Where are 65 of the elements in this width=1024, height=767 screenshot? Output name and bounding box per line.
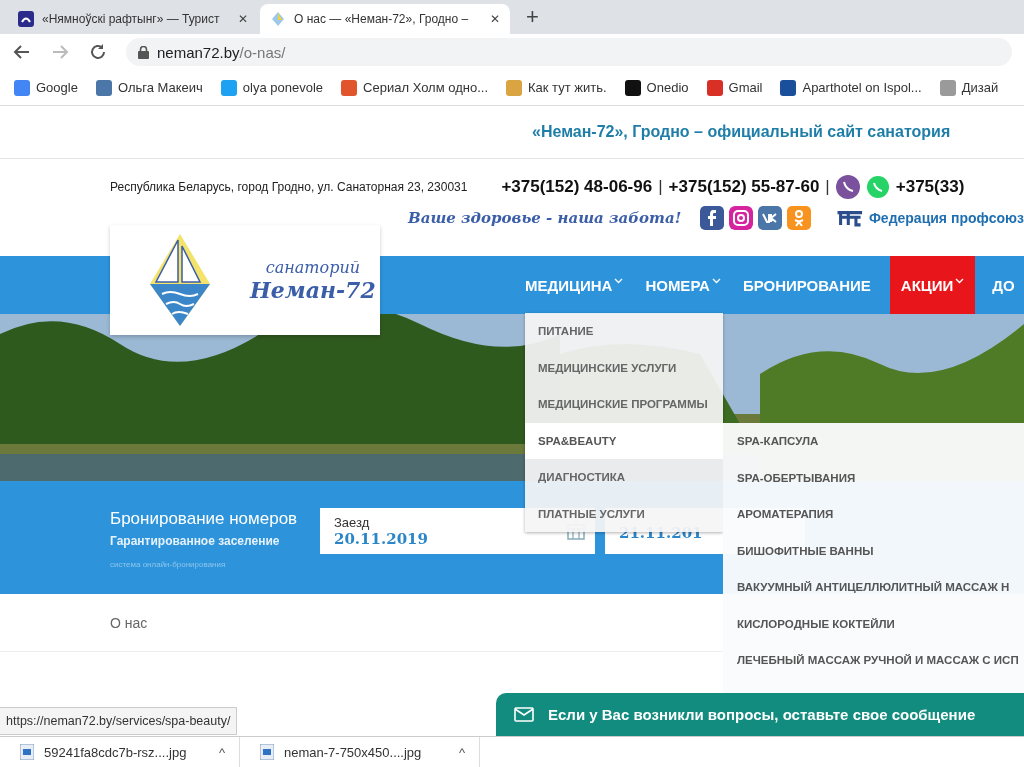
browser-tab[interactable]: О нас — «Неман-72», Гродно – ✕ (260, 4, 510, 34)
mail-icon (514, 707, 534, 722)
menu-item[interactable]: БИШОФИТНЫЕ ВАННЫ (723, 532, 1024, 569)
sailboat-logo-icon (148, 232, 212, 328)
menu-item[interactable]: КИСЛОРОДНЫЕ КОКТЕЙЛИ (723, 605, 1024, 642)
caret-icon[interactable]: ^ (218, 744, 225, 760)
menu-item[interactable]: SPA&BEAUTY (525, 422, 723, 459)
bookmark[interactable]: Сериал Холм одно... (341, 79, 488, 96)
federation-link[interactable]: Федерация профсоюз (868, 210, 1024, 226)
lock-icon (138, 45, 149, 59)
menu-item[interactable]: МЕДИЦИНСКИЕ ПРОГРАММЫ (525, 386, 723, 423)
tab-favicon-icon (270, 11, 286, 27)
site-title: «Неман-72», Гродно – официальный сайт санатория (532, 123, 951, 141)
menu-item[interactable]: SPA-ОБЕРТЫВАНИЯ (723, 459, 1024, 496)
menu-item[interactable]: ПИТАНИЕ (525, 313, 723, 350)
bookmark[interactable]: Как тут жить. (506, 79, 607, 96)
phone-chat-icon[interactable] (835, 175, 860, 199)
browser-tab[interactable]: «Нямноўскі рафтынг» — Турист ✕ (8, 4, 258, 34)
address-field[interactable]: neman72.by/o-nas/ (126, 38, 1012, 66)
bookmark[interactable]: Onedio (624, 79, 689, 96)
chat-banner[interactable]: Если у Вас возникли вопросы, оставьте свое сообщение (496, 693, 1024, 736)
image-file-icon (260, 744, 274, 760)
booking-title: Бронирование номеров (110, 508, 298, 530)
download-item[interactable]: 59241fa8cdc7b-rsz....jpg ^ (0, 737, 240, 767)
booking-subtitle: Гарантированное заселение (110, 534, 280, 548)
close-icon[interactable]: ✕ (238, 12, 248, 26)
separator: | (658, 177, 663, 197)
download-item[interactable]: neman-7-750x450....jpg ^ (240, 737, 480, 767)
menu-item[interactable]: ДИАГНОСТИКА (525, 459, 723, 496)
social-icon[interactable] (700, 206, 725, 230)
bookmark[interactable]: Gmail (706, 79, 763, 96)
phone-number[interactable]: +375(152) 48-06-96 (501, 177, 653, 197)
bookmark[interactable]: olya ponevole (220, 79, 324, 96)
reload-icon[interactable] (88, 42, 108, 62)
logo-text: санаторий (265, 257, 360, 277)
menu-item[interactable]: SPA-КАПСУЛА (723, 423, 1024, 460)
logo-card[interactable]: санаторий Неман-72 (110, 225, 380, 335)
menu-item[interactable]: ВАКУУМНЫЙ АНТИЦЕЛЛЮЛИТНЫЙ МАССАЖ Н (723, 569, 1024, 606)
close-icon[interactable]: ✕ (490, 12, 500, 26)
tab-favicon-icon (18, 11, 34, 27)
image-file-icon (20, 744, 34, 760)
caret-icon (955, 278, 965, 284)
breadcrumb: О нас (110, 614, 148, 631)
menu-item[interactable]: МЕДИЦИНСКИЕ УСЛУГИ (525, 349, 723, 386)
menu-item[interactable]: ЛЕЧЕБНЫЙ МАССАЖ РУЧНОЙ И МАССАЖ С ИСП (723, 642, 1024, 679)
booking-note: система онлайн-бронирования (110, 560, 226, 569)
bookmark[interactable]: Google (14, 79, 78, 96)
logo-text: Неман-72 (250, 276, 376, 303)
slogan: Ваше здоровье - наша забота! (408, 209, 682, 227)
nav-item[interactable]: АКЦИИ (889, 256, 976, 314)
social-icon[interactable] (729, 206, 754, 230)
phone-number[interactable]: +375(33) (895, 177, 965, 197)
new-tab-button[interactable]: + (512, 4, 539, 34)
caret-icon[interactable]: ^ (458, 744, 465, 760)
bookmark[interactable]: Aparthotel on Ispol... (780, 79, 922, 96)
phone-number[interactable]: +375(152) 55-87-60 (668, 177, 820, 197)
menu-item[interactable]: АРОМАТЕРАПИЯ (723, 496, 1024, 533)
bookmark[interactable]: Дизай (939, 79, 999, 96)
postal-address: Республика Беларусь, город Гродно, ул. Санаторная 23, 230031 (110, 180, 468, 194)
bookmark[interactable]: Ольга Макеич (95, 79, 203, 96)
status-url: https://neman72.by/services/spa-beauty/ (0, 707, 238, 735)
caret-icon (711, 278, 721, 284)
separator: | (825, 177, 830, 197)
social-icon[interactable] (758, 206, 783, 230)
caret-icon (614, 278, 624, 284)
